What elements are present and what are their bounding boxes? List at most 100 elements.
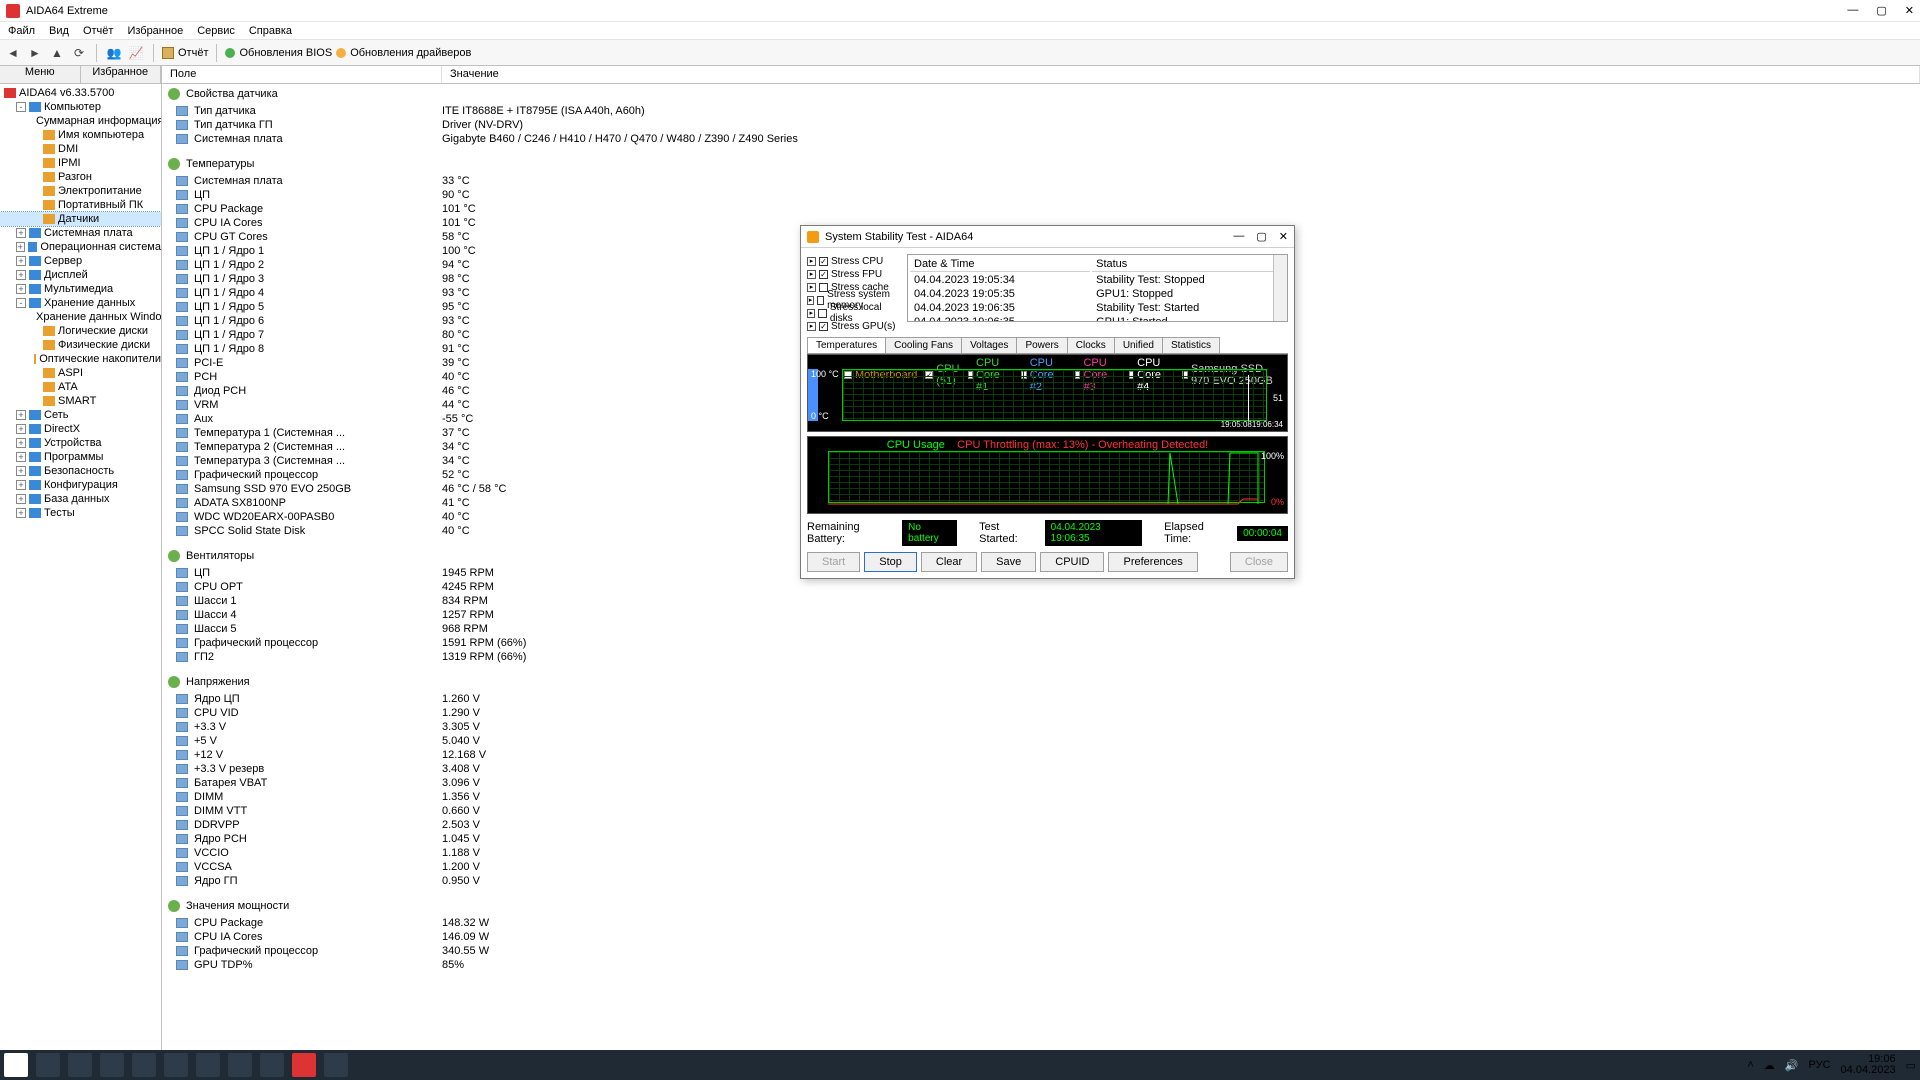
sensor-row[interactable]: +5 V5.040 V <box>162 734 1920 748</box>
tree-item[interactable]: SMART <box>0 394 161 408</box>
tree-item[interactable]: Оптические накопители <box>0 352 161 366</box>
tree-item[interactable]: +Устройства <box>0 436 161 450</box>
tray-notification-icon[interactable]: ▭ <box>1906 1059 1916 1072</box>
sensor-row[interactable]: Шасси 1834 RPM <box>162 594 1920 608</box>
log-col-date[interactable]: Date & Time <box>910 257 1090 272</box>
tree-item[interactable]: -Компьютер <box>0 100 161 114</box>
menu-item[interactable]: Сервис <box>197 25 235 37</box>
tree-item[interactable]: IPMI <box>0 156 161 170</box>
clear-button[interactable]: Clear <box>921 552 977 572</box>
sensor-row[interactable]: +12 V12.168 V <box>162 748 1920 762</box>
sensor-row[interactable]: Тип датчика ГПDriver (NV-DRV) <box>162 118 1920 132</box>
sensor-row[interactable]: CPU OPT4245 RPM <box>162 580 1920 594</box>
close-button[interactable]: ✕ <box>1905 4 1914 17</box>
graph-tab[interactable]: Clocks <box>1067 337 1115 353</box>
graph-tab[interactable]: Temperatures <box>807 337 886 353</box>
tray-chevron-icon[interactable]: ˄ <box>1747 1059 1753 1071</box>
task-app-8[interactable] <box>324 1053 348 1077</box>
menu-item[interactable]: Отчёт <box>83 25 113 37</box>
sensor-row[interactable]: ЦП90 °C <box>162 188 1920 202</box>
tab-menu[interactable]: Меню <box>0 66 81 83</box>
maximize-button[interactable]: ▢ <box>1876 4 1886 17</box>
sensor-row[interactable]: GPU TDP%85% <box>162 958 1920 972</box>
stability-minimize[interactable]: — <box>1233 230 1244 243</box>
task-app-1[interactable] <box>68 1053 92 1077</box>
sensor-row[interactable]: Ядро ЦП1.260 V <box>162 692 1920 706</box>
task-app-6[interactable] <box>228 1053 252 1077</box>
sensor-row[interactable]: Ядро PCH1.045 V <box>162 832 1920 846</box>
sensor-row[interactable]: DIMM1.356 V <box>162 790 1920 804</box>
start-button-win[interactable] <box>4 1053 28 1077</box>
stop-button[interactable]: Stop <box>864 552 917 572</box>
log-scrollbar[interactable] <box>1273 255 1287 321</box>
tree-item[interactable]: +База данных <box>0 492 161 506</box>
stress-checkbox[interactable]: ▸Stress local disks <box>807 307 901 319</box>
tree-item[interactable]: Физические диски <box>0 338 161 352</box>
sensor-row[interactable]: Графический процессор340.55 W <box>162 944 1920 958</box>
tree-item[interactable]: +Дисплей <box>0 268 161 282</box>
sensor-row[interactable]: DDRVPP2.503 V <box>162 818 1920 832</box>
sensor-row[interactable]: Системная платаGigabyte B460 / C246 / H4… <box>162 132 1920 146</box>
tree-item[interactable]: +Системная плата <box>0 226 161 240</box>
tree-item[interactable]: ATA <box>0 380 161 394</box>
column-value[interactable]: Значение <box>442 66 1920 83</box>
task-app-5[interactable] <box>196 1053 220 1077</box>
task-aida64[interactable] <box>292 1053 316 1077</box>
refresh-button[interactable]: ⟳ <box>70 44 88 62</box>
sensor-row[interactable]: Графический процессор1591 RPM (66%) <box>162 636 1920 650</box>
tree-item[interactable]: +Сеть <box>0 408 161 422</box>
tree-item[interactable]: +DirectX <box>0 422 161 436</box>
task-app-7[interactable] <box>260 1053 284 1077</box>
graph-tab[interactable]: Statistics <box>1162 337 1220 353</box>
sensor-row[interactable]: +3.3 V3.305 V <box>162 720 1920 734</box>
tree-item[interactable]: Суммарная информация <box>0 114 161 128</box>
tree-item[interactable]: +Мультимедиа <box>0 282 161 296</box>
task-app-3[interactable] <box>132 1053 156 1077</box>
sensor-row[interactable]: CPU VID1.290 V <box>162 706 1920 720</box>
tree-item[interactable]: Хранение данных Windows <box>0 310 161 324</box>
back-button[interactable]: ◄ <box>4 44 22 62</box>
driver-update-button[interactable]: Обновления драйверов <box>336 47 471 59</box>
tree-item[interactable]: Логические диски <box>0 324 161 338</box>
bios-update-button[interactable]: Обновления BIOS <box>225 47 332 59</box>
start-button[interactable]: Start <box>807 552 860 572</box>
sensor-row[interactable]: CPU IA Cores146.09 W <box>162 930 1920 944</box>
tree-item[interactable]: DMI <box>0 142 161 156</box>
forward-button[interactable]: ► <box>26 44 44 62</box>
graph-tab[interactable]: Unified <box>1114 337 1163 353</box>
tree-item[interactable]: -Хранение данных <box>0 296 161 310</box>
tree-item[interactable]: Электропитание <box>0 184 161 198</box>
save-button[interactable]: Save <box>981 552 1036 572</box>
column-field[interactable]: Поле <box>162 66 442 83</box>
graph-tab[interactable]: Voltages <box>961 337 1017 353</box>
graph-tab[interactable]: Cooling Fans <box>885 337 962 353</box>
tree-item[interactable]: +Конфигурация <box>0 478 161 492</box>
stability-maximize[interactable]: ▢ <box>1256 230 1266 243</box>
minimize-button[interactable]: — <box>1847 4 1858 17</box>
sensor-row[interactable]: +3.3 V резерв3.408 V <box>162 762 1920 776</box>
users-icon[interactable]: 👥 <box>105 44 123 62</box>
task-search[interactable] <box>36 1053 60 1077</box>
tree-root[interactable]: AIDA64 v6.33.5700 <box>0 86 161 100</box>
menu-item[interactable]: Вид <box>49 25 69 37</box>
task-app-2[interactable] <box>100 1053 124 1077</box>
menu-item[interactable]: Справка <box>249 25 292 37</box>
stress-checkbox[interactable]: ▸✓Stress GPU(s) <box>807 320 901 332</box>
menu-item[interactable]: Файл <box>8 25 35 37</box>
tree-item[interactable]: Имя компьютера <box>0 128 161 142</box>
menu-item[interactable]: Избранное <box>127 25 183 37</box>
stability-titlebar[interactable]: System Stability Test - AIDA64 — ▢ ✕ <box>801 226 1294 248</box>
sensor-row[interactable]: Шасси 5968 RPM <box>162 622 1920 636</box>
sensor-row[interactable]: VCCIO1.188 V <box>162 846 1920 860</box>
sensor-row[interactable]: Системная плата33 °C <box>162 174 1920 188</box>
sensor-row[interactable]: CPU Package101 °C <box>162 202 1920 216</box>
tree-item[interactable]: +Операционная система <box>0 240 161 254</box>
tree-item[interactable]: +Программы <box>0 450 161 464</box>
tree-item[interactable]: +Сервер <box>0 254 161 268</box>
tree-item[interactable]: +Безопасность <box>0 464 161 478</box>
cpuid-button[interactable]: CPUID <box>1040 552 1104 572</box>
preferences-button[interactable]: Preferences <box>1108 552 1197 572</box>
report-button[interactable]: Отчёт <box>162 47 208 59</box>
chart-icon[interactable]: 📈 <box>127 44 145 62</box>
stress-checkbox[interactable]: ▸✓Stress CPU <box>807 255 901 267</box>
